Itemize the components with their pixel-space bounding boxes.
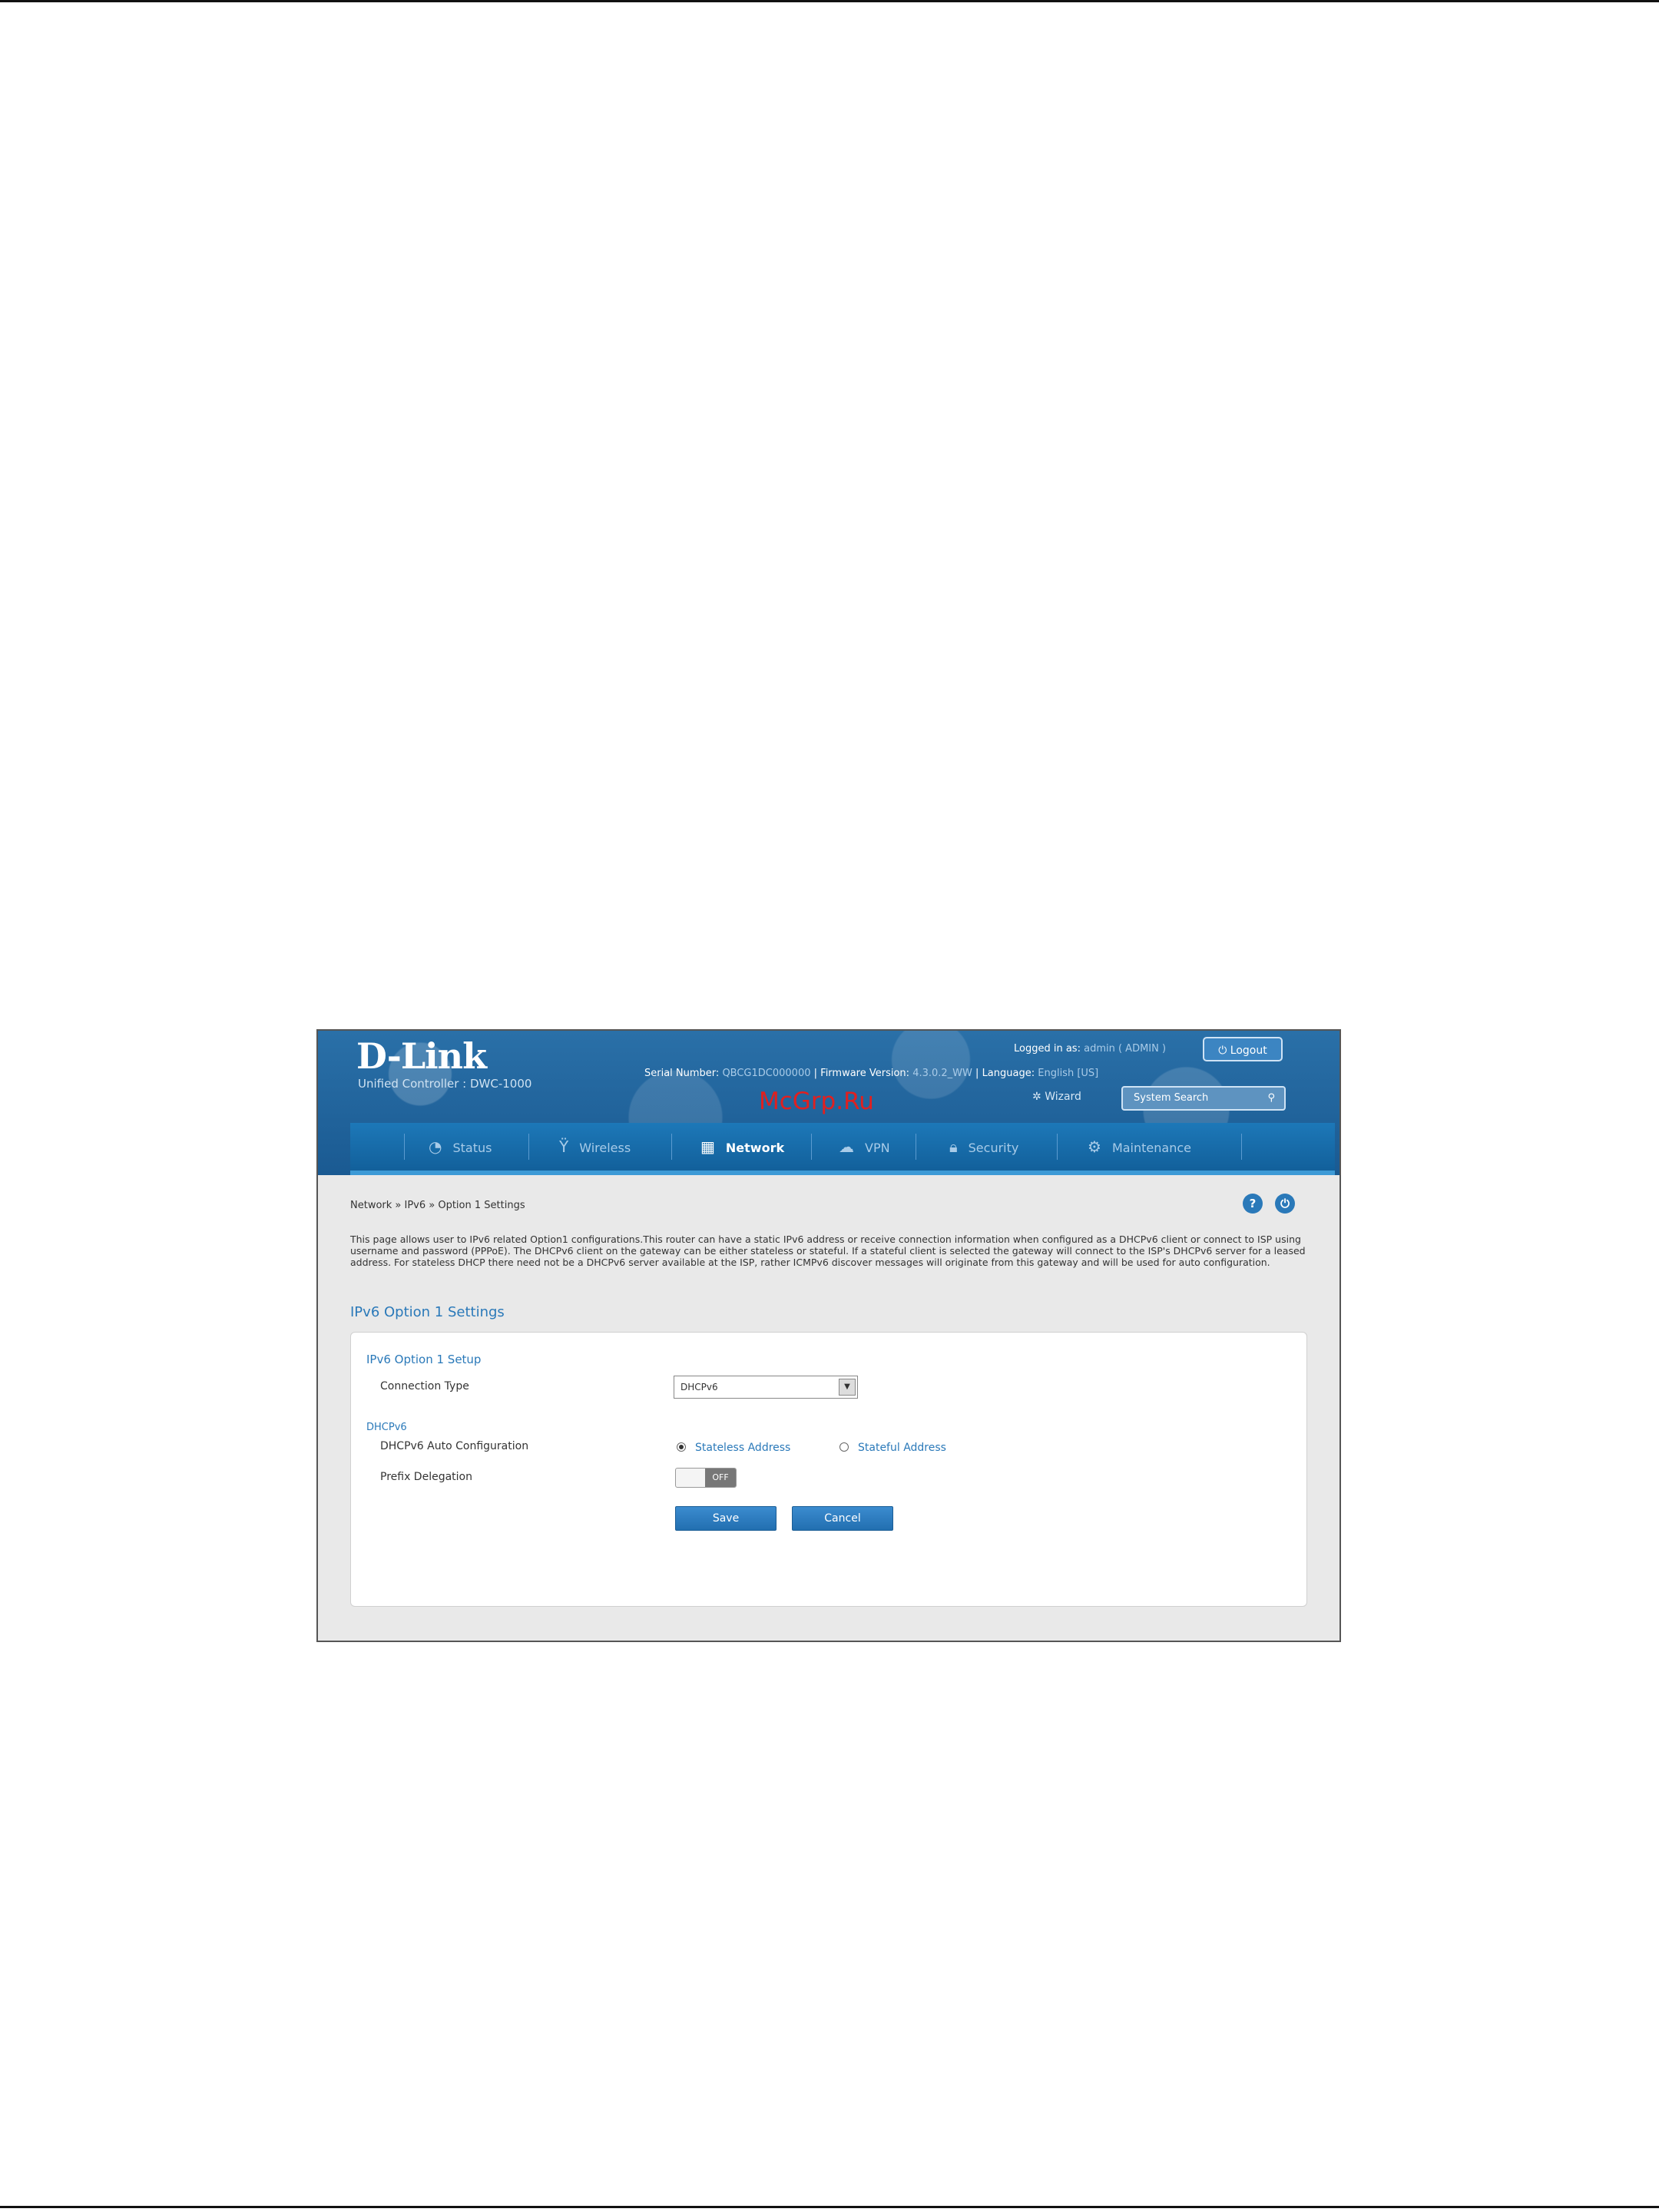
logged-in-label: Logged in as:: [1014, 1043, 1081, 1055]
nav-security-label: Security: [968, 1141, 1019, 1155]
logout-label: Logout: [1230, 1045, 1267, 1057]
radio-stateless[interactable]: Stateless Address: [677, 1442, 790, 1454]
setup-title: IPv6 Option 1 Setup: [366, 1353, 482, 1366]
nav-maintenance[interactable]: ⚙ Maintenance: [1088, 1123, 1191, 1171]
lock-icon: 🔒︎: [949, 1137, 958, 1156]
radio-selected-icon: [677, 1442, 686, 1452]
nav-maintenance-label: Maintenance: [1111, 1141, 1191, 1155]
device-info: Serial Number: QBCG1DC000000 | Firmware …: [644, 1068, 1099, 1079]
breadcrumb: Network » IPv6 » Option 1 Settings: [350, 1200, 525, 1211]
main-nav: ◔ Status Ÿ Wireless ▦ Network ☁ VPN 🔒︎ Securi…: [350, 1123, 1335, 1175]
antenna-icon: Ÿ: [559, 1137, 569, 1156]
system-search-input[interactable]: System Search ⚲: [1121, 1086, 1286, 1111]
nav-divider: [1241, 1134, 1242, 1160]
nav-vpn-label: VPN: [865, 1141, 890, 1155]
wand-icon: ✲: [1032, 1091, 1041, 1103]
dlink-logo: D-Link: [356, 1035, 487, 1077]
radio-unselected-icon: [839, 1442, 849, 1452]
search-icon: ⚲: [1267, 1092, 1275, 1104]
nav-network[interactable]: ▦ Network: [700, 1123, 784, 1171]
section-title: IPv6 Option 1 Settings: [350, 1304, 505, 1320]
logout-button[interactable]: ⏻ Logout: [1203, 1037, 1283, 1061]
nav-divider: [811, 1134, 812, 1160]
nav-divider: [1057, 1134, 1058, 1160]
language-link[interactable]: English [US]: [1038, 1068, 1098, 1079]
logout-icon[interactable]: ⏻: [1275, 1194, 1295, 1214]
page-bottom-rule: [0, 2206, 1659, 2208]
save-button[interactable]: Save: [675, 1506, 777, 1531]
nav-divider: [671, 1134, 672, 1160]
logged-in-user: admin ( ADMIN ): [1084, 1043, 1167, 1055]
search-label: System Search: [1134, 1092, 1209, 1104]
connection-type-label: Connection Type: [380, 1380, 469, 1392]
power-icon: ⏻: [1218, 1045, 1227, 1057]
help-icon[interactable]: ?: [1243, 1194, 1263, 1214]
watermark: McGrp.Ru: [759, 1088, 874, 1115]
nav-status[interactable]: ◔ Status: [429, 1123, 492, 1171]
nav-wireless[interactable]: Ÿ Wireless: [559, 1123, 631, 1171]
serial-value: QBCG1DC000000: [722, 1068, 811, 1079]
wizard-link[interactable]: ✲ Wizard: [1032, 1091, 1081, 1103]
network-icon: ▦: [700, 1137, 715, 1156]
radio-stateful-label: Stateful Address: [858, 1442, 946, 1454]
logged-in-info: Logged in as: admin ( ADMIN ): [1014, 1043, 1166, 1055]
firmware-label: Firmware Version:: [820, 1068, 910, 1079]
settings-panel: IPv6 Option 1 Setup Connection Type DHCP…: [350, 1332, 1307, 1607]
gauge-icon: ◔: [429, 1137, 442, 1156]
radio-stateful[interactable]: Stateful Address: [839, 1442, 946, 1454]
cloud-icon: ☁: [839, 1137, 854, 1156]
connection-type-value: DHCPv6: [680, 1382, 718, 1392]
nav-network-label: Network: [725, 1141, 785, 1155]
nav-status-label: Status: [452, 1141, 492, 1155]
cancel-button[interactable]: Cancel: [792, 1506, 893, 1531]
router-screenshot: D-Link Unified Controller : DWC-1000 Ser…: [316, 1029, 1341, 1642]
wizard-label: Wizard: [1045, 1091, 1081, 1103]
prefix-delegation-label: Prefix Delegation: [380, 1471, 472, 1483]
language-label: Language:: [982, 1068, 1035, 1079]
nav-divider: [404, 1134, 405, 1160]
page-top-rule: [0, 0, 1659, 2]
nav-vpn[interactable]: ☁ VPN: [839, 1123, 890, 1171]
gear-icon: ⚙: [1088, 1137, 1101, 1156]
auto-config-label: DHCPv6 Auto Configuration: [380, 1440, 529, 1452]
radio-stateless-label: Stateless Address: [695, 1442, 791, 1454]
firmware-value: 4.3.0.2_WW: [912, 1068, 972, 1079]
nav-divider: [528, 1134, 529, 1160]
header: D-Link Unified Controller : DWC-1000 Ser…: [318, 1031, 1339, 1175]
nav-wireless-label: Wireless: [579, 1141, 631, 1155]
dhcpv6-title: DHCPv6: [366, 1422, 407, 1433]
prefix-delegation-toggle[interactable]: OFF: [675, 1468, 737, 1488]
product-name: Unified Controller : DWC-1000: [358, 1077, 532, 1091]
nav-security[interactable]: 🔒︎ Security: [949, 1123, 1018, 1171]
toggle-state: OFF: [705, 1469, 736, 1487]
chevron-down-icon: ▼: [839, 1379, 856, 1396]
page-description: This page allows user to IPv6 related Op…: [350, 1233, 1306, 1268]
serial-label: Serial Number:: [644, 1068, 720, 1079]
connection-type-select[interactable]: DHCPv6 ▼: [674, 1376, 858, 1399]
